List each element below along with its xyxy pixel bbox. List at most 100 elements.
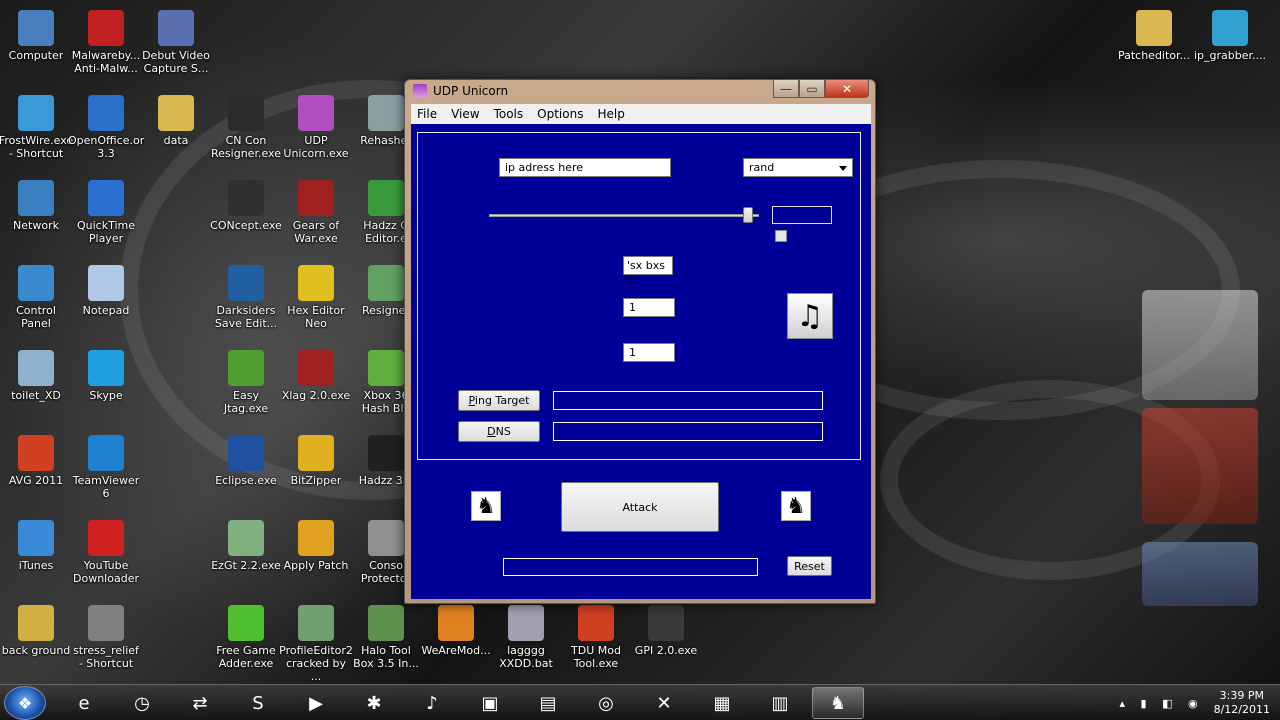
desktop-icon[interactable]: Hex Editor Neo — [280, 265, 352, 330]
start-orb-icon[interactable]: ❖ — [4, 686, 46, 720]
desktop-icon[interactable]: GPI 2.0.exe — [630, 605, 702, 657]
desktop-icon[interactable]: QuickTime Player — [70, 180, 142, 245]
desktop-icon[interactable]: Free Game Adder.exe — [210, 605, 282, 670]
frostwire-icon[interactable]: ✱ — [348, 687, 400, 719]
clock[interactable]: 3:39 PM 8/12/2011 — [1214, 689, 1270, 717]
threads-input[interactable]: 1 — [623, 298, 675, 317]
apply-patch-icon — [298, 520, 334, 556]
slider-thumb[interactable] — [743, 207, 754, 223]
slider-value-box — [772, 206, 832, 224]
desktop-icon[interactable]: Network — [0, 180, 72, 232]
packet-select[interactable]: 'sx bxs v — [623, 256, 673, 286]
attack-button[interactable]: Attack — [561, 482, 719, 532]
resigner-icon — [368, 265, 404, 301]
desktop-icon[interactable]: UDP Unicorn.exe — [280, 95, 352, 160]
xbox-icon[interactable]: ✕ — [638, 687, 690, 719]
desktop-icon[interactable]: AVG 2011 — [0, 435, 72, 487]
menu-help[interactable]: Help — [597, 107, 624, 121]
explorer-folder-icon[interactable]: ▤ — [522, 687, 574, 719]
chrome-icon[interactable]: ◎ — [580, 687, 632, 719]
dns-button[interactable]: DNS — [458, 421, 540, 442]
desktop-icon[interactable]: Xlag 2.0.exe — [280, 350, 352, 402]
desktop-icon-label: stress_relief - Shortcut — [73, 644, 139, 670]
desktop-icon-label: Skype — [89, 389, 123, 402]
checkbox[interactable] — [775, 230, 787, 242]
debut-floppy-icon[interactable]: ▦ — [696, 687, 748, 719]
port-select[interactable]: rand — [743, 158, 853, 177]
computer-icon — [18, 10, 54, 46]
desktop-icon[interactable]: Halo Tool Box 3.5 In... — [350, 605, 422, 670]
desktop-icon[interactable]: lagggg XXDD.bat — [490, 605, 562, 670]
desktop-icon[interactable]: back ground — [0, 605, 72, 657]
desktop-icon-label: Resigner — [362, 304, 410, 317]
desktop-icon[interactable]: CN Con Resigner.exe — [210, 95, 282, 160]
desktop-icon[interactable]: ip_grabber.... — [1194, 10, 1266, 62]
ping-output-field[interactable] — [553, 391, 823, 410]
desktop-icon[interactable]: iTunes — [0, 520, 72, 572]
dns-output-field[interactable] — [553, 422, 823, 441]
document-icon[interactable]: ▥ — [754, 687, 806, 719]
itunes-icon[interactable]: ♪ — [406, 687, 458, 719]
desktop-icon[interactable]: Apply Patch — [280, 520, 352, 572]
desktop-icon[interactable]: OpenOffice.org 3.3 — [68, 95, 144, 160]
desktop-icon[interactable]: stress_relief - Shortcut — [70, 605, 142, 670]
desktop-icon[interactable]: Patcheditor... — [1118, 10, 1190, 62]
desktop-icon[interactable]: Notepad — [70, 265, 142, 317]
internet-explorer-icon[interactable]: e — [58, 687, 110, 719]
desktop-icon[interactable]: toilet_XD — [0, 350, 72, 402]
close-button[interactable]: ✕ — [825, 80, 869, 98]
taskbar: ❖ e ◷ ⇄ S ▶ ✱ ♪ ▣ ▤ ◎ ✕ ▦ ▥ ♞ ▴ ▮ ◧ ◉ 3:39 PM 8/12/20… — [0, 684, 1280, 720]
clock-time: 3:39 PM — [1219, 689, 1264, 702]
menu-view[interactable]: View — [451, 107, 479, 121]
clock-app-icon[interactable]: ◷ — [116, 687, 168, 719]
reset-button[interactable]: Reset — [787, 556, 832, 576]
desktop-icon[interactable]: TDU Mod Tool.exe — [560, 605, 632, 670]
folder-icon — [158, 95, 194, 131]
skype-icon[interactable]: S — [232, 687, 284, 719]
sockets-input[interactable]: 1 — [623, 343, 675, 362]
desktop-icon-label: Gears of War.exe — [292, 219, 340, 245]
network-icon — [18, 180, 54, 216]
desktop-icon[interactable]: Easy Jtag.exe — [210, 350, 282, 415]
ping-target-button[interactable]: Ping Target — [458, 390, 540, 411]
desktop-icon[interactable]: YouTube Downloader — [70, 520, 142, 585]
maximize-button[interactable]: ▭ — [799, 80, 825, 98]
firefox-icon — [438, 605, 474, 641]
menu-file[interactable]: File — [417, 107, 437, 121]
teamviewer-icon[interactable]: ⇄ — [174, 687, 226, 719]
desktop-icon-label: QuickTime Player — [76, 219, 136, 245]
desktop-icon[interactable]: ProfileEditor2 cracked by ... — [279, 605, 353, 683]
desktop-icon[interactable]: Debut Video Capture S... — [140, 10, 212, 75]
desktop-icon[interactable]: Malwareby... Anti-Malw... — [70, 10, 142, 75]
desktop-icon-label: CONcept.exe — [210, 219, 282, 232]
desktop-icon[interactable]: Skype — [70, 350, 142, 402]
desktop-icon[interactable]: CONcept.exe — [210, 180, 282, 232]
music-note-icon[interactable]: ♫ — [787, 293, 833, 339]
tray-icons[interactable]: ▴ ▮ ◧ ◉ — [1120, 697, 1204, 710]
desktop-icon-label: Notepad — [82, 304, 130, 317]
unicorn-icon[interactable]: ♞ — [812, 687, 864, 719]
desktop-icon[interactable]: TeamViewer 6 — [70, 435, 142, 500]
desktop-icon-label: Eclipse.exe — [215, 474, 277, 487]
desktop-icon[interactable]: Darksiders Save Edit... — [210, 265, 282, 330]
desktop-icon[interactable]: WeAreMod... — [420, 605, 492, 657]
desktop-icon[interactable]: Computer — [0, 10, 72, 62]
minimize-button[interactable]: — — [773, 80, 799, 98]
debut-icon[interactable]: ▣ — [464, 687, 516, 719]
unicorn-icon — [298, 95, 334, 131]
desktop-icon[interactable]: EzGt 2.2.exe — [210, 520, 282, 572]
menu-tools[interactable]: Tools — [494, 107, 524, 121]
itunes-icon — [18, 520, 54, 556]
desktop-icon[interactable]: FrostWire.exe - Shortcut — [0, 95, 73, 160]
menu-options[interactable]: Options — [537, 107, 583, 121]
ip-address-input[interactable]: ip adress here — [499, 158, 671, 177]
desktop-icon[interactable]: Eclipse.exe — [210, 435, 282, 487]
desktop-icon[interactable]: Gears of War.exe — [280, 180, 352, 245]
malwarebytes-icon — [88, 10, 124, 46]
desktop-icon[interactable]: Control Panel — [0, 265, 72, 330]
desktop-icon[interactable]: BitZipper — [280, 435, 352, 487]
desktop-icon[interactable]: data — [140, 95, 212, 147]
udp-unicorn-window[interactable]: UDP Unicorn — ▭ ✕ File View Tools Option… — [404, 79, 876, 604]
darksiders-icon — [228, 265, 264, 301]
media-player-icon[interactable]: ▶ — [290, 687, 342, 719]
